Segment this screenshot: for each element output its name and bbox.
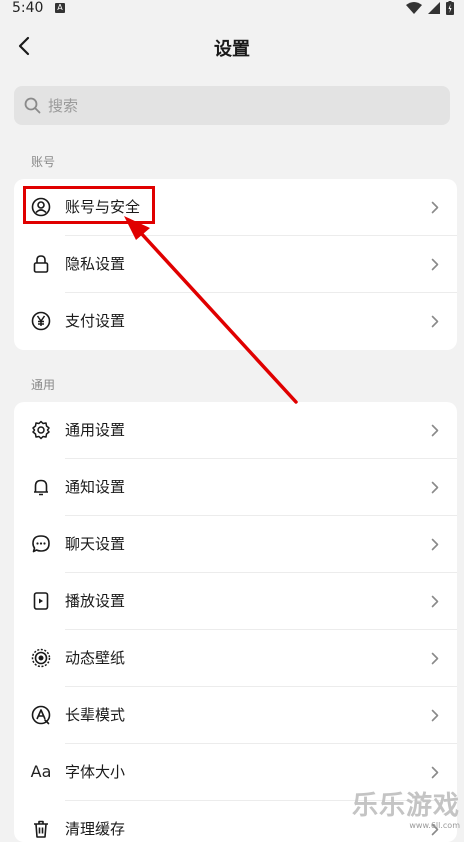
settings-item-label: 通知设置 — [65, 478, 126, 496]
chevron-right-icon — [431, 538, 439, 551]
watermark: 乐乐游戏 www.6ll.com — [352, 791, 460, 830]
chevron-right-icon — [431, 709, 439, 722]
watermark-text: 乐乐游戏 — [351, 791, 460, 821]
chevron-right-icon — [431, 652, 439, 665]
elder-mode-icon — [31, 705, 51, 725]
font-size-icon: Aa — [30, 762, 52, 781]
chat-bubble-icon — [31, 534, 51, 554]
settings-item-elder-mode[interactable]: 长辈模式 — [14, 687, 457, 744]
wallpaper-icon — [31, 648, 51, 668]
battery-icon — [446, 1, 454, 15]
section-title-general: 通用 — [31, 378, 56, 392]
settings-item-live-wallpaper[interactable]: 动态壁纸 — [14, 630, 457, 687]
settings-item-notifications[interactable]: 通知设置 — [14, 459, 457, 516]
watermark-url: www.6ll.com — [409, 821, 460, 830]
phone-play-icon — [31, 591, 51, 611]
chevron-right-icon — [431, 595, 439, 608]
status-time: 5:40 — [12, 0, 44, 16]
settings-item-label: 聊天设置 — [65, 535, 126, 553]
status-icons — [406, 1, 454, 15]
section-title-account: 账号 — [31, 155, 56, 169]
search-icon — [24, 97, 41, 114]
header: 设置 — [0, 22, 464, 72]
search-bar[interactable] — [14, 86, 450, 125]
chevron-right-icon — [431, 481, 439, 494]
search-input[interactable] — [48, 86, 428, 125]
yen-icon — [31, 311, 51, 331]
settings-item-label: 支付设置 — [65, 312, 126, 330]
settings-item-label: 清理缓存 — [65, 820, 126, 838]
lock-icon — [31, 254, 51, 274]
page-title: 设置 — [214, 39, 250, 60]
chevron-right-icon — [431, 424, 439, 437]
settings-item-playback[interactable]: 播放设置 — [14, 573, 457, 630]
annotation-highlight-box — [23, 186, 155, 224]
notification-badge-icon: A — [55, 3, 65, 13]
settings-item-label: 字体大小 — [65, 763, 126, 781]
chevron-right-icon — [431, 315, 439, 328]
settings-item-label: 隐私设置 — [65, 255, 126, 273]
bell-icon — [31, 477, 51, 497]
settings-item-privacy[interactable]: 隐私设置 — [14, 236, 457, 293]
status-bar: 5:40 A — [0, 0, 464, 18]
settings-item-payment[interactable]: 支付设置 — [14, 293, 457, 350]
settings-item-label: 长辈模式 — [65, 706, 126, 724]
general-card: 通用设置 通知设置 聊天设置 播放设置 动态壁纸 长辈模式 Aa 字体大小 清理… — [14, 402, 457, 842]
chevron-right-icon — [431, 201, 439, 214]
settings-item-label: 通用设置 — [65, 421, 126, 439]
chevron-right-icon — [431, 258, 439, 271]
settings-item-chat[interactable]: 聊天设置 — [14, 516, 457, 573]
settings-item-label: 动态壁纸 — [65, 649, 126, 667]
settings-item-general[interactable]: 通用设置 — [14, 402, 457, 459]
trash-icon — [31, 819, 51, 839]
gear-icon — [31, 420, 51, 440]
chevron-right-icon — [431, 766, 439, 779]
signal-icon — [428, 2, 440, 14]
wifi-icon — [406, 2, 422, 14]
settings-item-label: 播放设置 — [65, 592, 126, 610]
